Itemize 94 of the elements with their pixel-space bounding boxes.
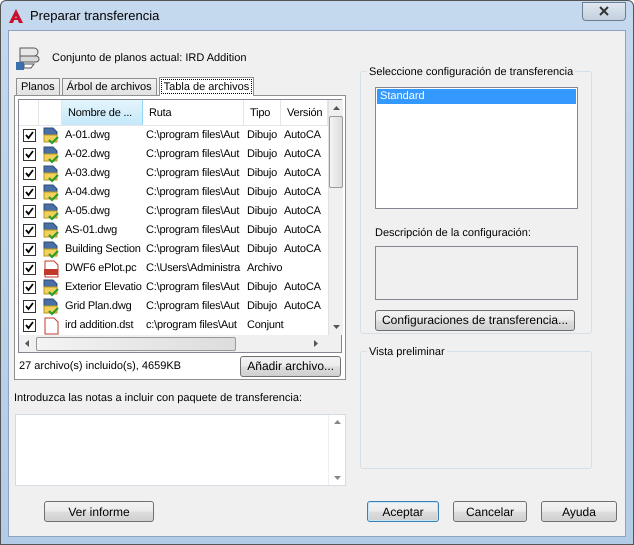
- drawing-file-icon: [42, 146, 60, 164]
- table-cell: Dibujo: [247, 224, 277, 236]
- dialog-button[interactable]: Ayuda: [541, 501, 617, 522]
- scroll-up-icon[interactable]: [332, 105, 340, 111]
- table-cell: AutoCA: [284, 300, 321, 312]
- drawing-file-icon: [42, 202, 60, 220]
- row-checkbox[interactable]: [22, 262, 36, 275]
- drawing-file-icon: [42, 126, 60, 144]
- notes-label: Introduzca las notas a incluir con paquete de transferencia:: [14, 391, 304, 406]
- table-cell: A-01.dwg: [65, 129, 110, 142]
- table-cell: Dibujo: [247, 243, 277, 256]
- table-cell: Dibujo: [247, 186, 277, 198]
- table-cell: AutoCA: [284, 167, 321, 180]
- table-cell: C:\program files\Aut: [146, 281, 240, 294]
- table-cell: C:\program files\Aut: [146, 205, 240, 218]
- table-cell: A-02.dwg: [65, 148, 110, 160]
- table-cell: C:\program files\Aut: [146, 148, 240, 160]
- row-checkbox[interactable]: [22, 224, 36, 237]
- row-checkbox[interactable]: [22, 243, 36, 256]
- table-cell: A-03.dwg: [65, 167, 110, 180]
- app-logo-icon: [8, 8, 24, 24]
- table-cell: Building Section: [65, 243, 141, 256]
- table-cell: C:\program files\Aut: [146, 243, 240, 256]
- drawing-file-icon: [42, 278, 60, 296]
- table-cell: AutoCA: [284, 243, 321, 256]
- column-header[interactable]: Nombre de ...: [62, 100, 143, 125]
- table-cell: A-05.dwg: [65, 205, 110, 218]
- table-cell: Archivo: [247, 262, 282, 274]
- table-cell: Dibujo: [247, 300, 277, 312]
- table-cell: Dibujo: [247, 281, 277, 294]
- dialog-button[interactable]: Ver informe: [44, 501, 154, 522]
- table-cell: A-04.dwg: [65, 186, 110, 198]
- table-cell: Grid Plan.dwg: [65, 300, 132, 312]
- scroll-down-icon[interactable]: [332, 324, 340, 330]
- column-header[interactable]: Tipo: [244, 100, 281, 125]
- transfer-setups-button[interactable]: Configuraciones de transferencia...: [375, 310, 576, 330]
- scroll-up-icon[interactable]: [332, 419, 342, 425]
- close-icon: [599, 6, 609, 16]
- table-cell: Dibujo: [247, 148, 277, 160]
- file-count-text: 27 archivo(s) incluido(s), 4659KB: [19, 358, 182, 374]
- vertical-scrollbar[interactable]: [328, 100, 343, 335]
- notes-field[interactable]: [15, 414, 346, 486]
- table-cell: Dibujo: [247, 167, 277, 180]
- table-cell: AutoCA: [284, 205, 321, 218]
- table-cell: AutoCA: [284, 148, 321, 160]
- table-cell: C:\program files\Aut: [146, 186, 240, 198]
- row-checkbox[interactable]: [22, 186, 36, 199]
- table-cell: C:\program files\Aut: [146, 224, 240, 236]
- tab[interactable]: Planos: [16, 78, 60, 95]
- drawing-file-icon: [42, 222, 60, 240]
- table-cell: Dibujo: [247, 129, 277, 142]
- dialog-button[interactable]: Cancelar: [453, 501, 527, 522]
- table-cell: AutoCA: [284, 281, 321, 294]
- table-cell: C:\program files\Aut: [146, 300, 240, 312]
- row-checkbox[interactable]: [22, 205, 36, 218]
- row-checkbox[interactable]: [22, 129, 36, 142]
- table-cell: AS-01.dwg: [65, 224, 118, 236]
- table-cell: C:\program files\Aut: [146, 129, 240, 142]
- table-cell: ird addition.dst: [65, 319, 134, 332]
- close-button[interactable]: [582, 2, 626, 20]
- horizontal-scrollbar[interactable]: [19, 335, 324, 352]
- row-checkbox[interactable]: [22, 167, 36, 180]
- row-checkbox[interactable]: [22, 319, 36, 332]
- table-cell: c:\program files\Aut: [146, 319, 237, 332]
- drawing-file-icon: [42, 164, 60, 182]
- table-cell: AutoCA: [284, 224, 321, 236]
- window-title: Preparar transferencia: [30, 6, 160, 25]
- row-checkbox[interactable]: [22, 300, 36, 313]
- group-title: Seleccione configuración de transferencia: [367, 64, 576, 80]
- table-cell: C:\Users\Administra: [146, 262, 240, 274]
- description-label: Descripción de la configuración:: [375, 226, 532, 241]
- file-icon: [42, 260, 60, 278]
- column-header[interactable]: Ruta: [143, 100, 244, 125]
- table-cell: AutoCA: [284, 186, 321, 198]
- table-cell: AutoCA: [284, 129, 321, 142]
- group-title: Vista preliminar: [367, 344, 447, 360]
- table-cell: Dibujo: [247, 205, 277, 218]
- table-cell: DWF6 ePlot.pc: [65, 262, 136, 274]
- row-checkbox[interactable]: [22, 148, 36, 161]
- table-cell: C:\program files\Aut: [146, 167, 240, 180]
- sheet-set-label: Conjunto de planos actual: IRD Addition: [52, 50, 246, 66]
- dialog-button[interactable]: Aceptar: [367, 501, 439, 522]
- drawing-file-icon: [42, 298, 60, 316]
- drawing-file-icon: [42, 240, 60, 258]
- table-cell: Conjunt: [247, 319, 284, 332]
- add-file-button[interactable]: Añadir archivo...: [240, 356, 341, 376]
- tab[interactable]: Tabla de archivos: [158, 77, 254, 96]
- scroll-down-icon[interactable]: [332, 475, 342, 481]
- drawing-file-icon: [42, 184, 60, 202]
- scroll-left-icon[interactable]: [24, 339, 30, 348]
- scroll-right-icon[interactable]: [313, 339, 319, 348]
- row-checkbox[interactable]: [22, 281, 36, 294]
- table-cell: Exterior Elevatio: [65, 281, 142, 294]
- tab[interactable]: Árbol de archivos: [62, 78, 157, 95]
